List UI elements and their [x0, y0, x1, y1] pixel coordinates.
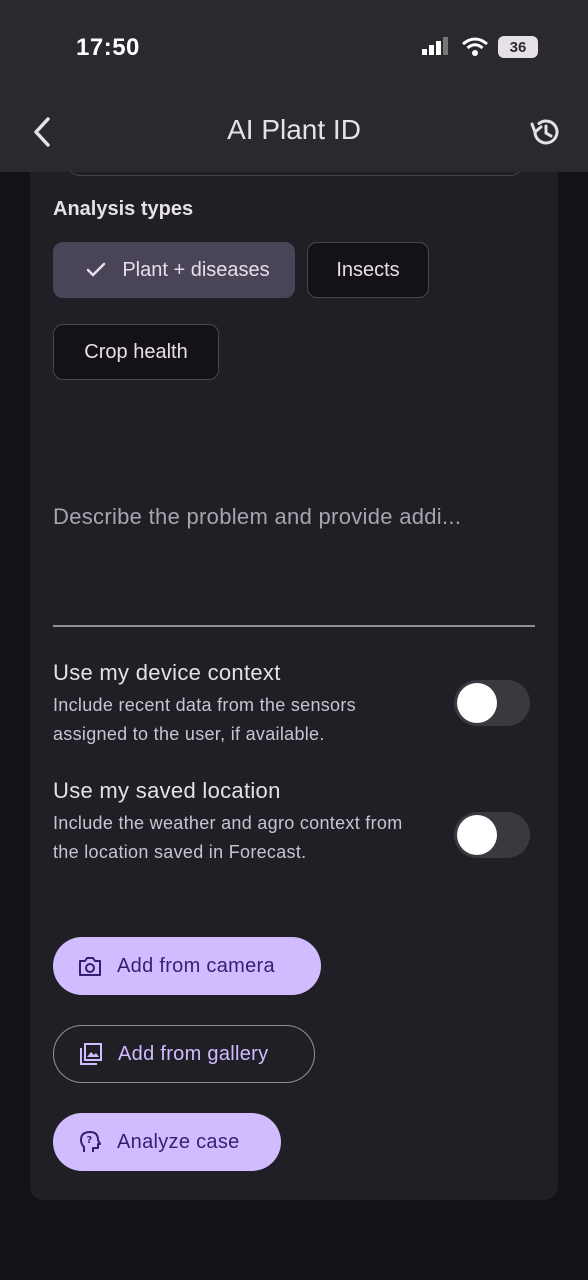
- chip-insects[interactable]: Insects: [307, 242, 429, 298]
- device-context-title: Use my device context: [53, 660, 281, 685]
- status-time: 17:50: [76, 34, 140, 61]
- chip-plant-diseases[interactable]: Plant + diseases: [53, 242, 295, 298]
- analyze-case-button[interactable]: ? Analyze case: [53, 1113, 281, 1171]
- page-title: AI Plant ID: [227, 114, 361, 145]
- button-label: Add from camera: [117, 954, 275, 977]
- app-bar: 17:50 36 AI Plant ID: [0, 0, 588, 172]
- saved-location-title: Use my saved location: [53, 778, 281, 803]
- device-context-description: Include recent data from the sensors ass…: [53, 695, 356, 744]
- chip-crop-health[interactable]: Crop health: [53, 324, 219, 380]
- saved-location-description: Include the weather and agro context fro…: [53, 813, 403, 862]
- button-label: Add from gallery: [118, 1042, 269, 1065]
- chip-label: Insects: [336, 258, 400, 281]
- wifi-icon: [462, 37, 488, 56]
- description-input[interactable]: Describe the problem and provide addi...: [53, 504, 535, 530]
- toggle-knob: [457, 815, 497, 855]
- svg-text:?: ?: [86, 1135, 92, 1146]
- status-icons: 36: [422, 36, 538, 58]
- saved-location-toggle[interactable]: [454, 812, 530, 858]
- battery-indicator: 36: [498, 36, 538, 58]
- chip-label: Plant + diseases: [122, 258, 270, 281]
- analysis-types-title: Analysis types: [53, 198, 194, 220]
- gallery-icon: [78, 1041, 104, 1067]
- help-head-icon: ?: [77, 1129, 103, 1155]
- button-label: Analyze case: [117, 1130, 240, 1153]
- toggle-knob: [457, 683, 497, 723]
- add-from-camera-button[interactable]: Add from camera: [53, 937, 321, 995]
- camera-icon: [77, 953, 103, 979]
- chip-label: Crop health: [84, 340, 188, 363]
- description-underline: [53, 625, 535, 627]
- history-button[interactable]: [526, 112, 566, 152]
- device-context-toggle[interactable]: [454, 680, 530, 726]
- history-icon: [530, 119, 559, 145]
- check-icon: [87, 262, 106, 277]
- add-from-gallery-button[interactable]: Add from gallery: [53, 1025, 315, 1083]
- cellular-signal-icon: [422, 37, 448, 55]
- analysis-card: Analysis types Plant + diseases Insects …: [30, 150, 558, 1200]
